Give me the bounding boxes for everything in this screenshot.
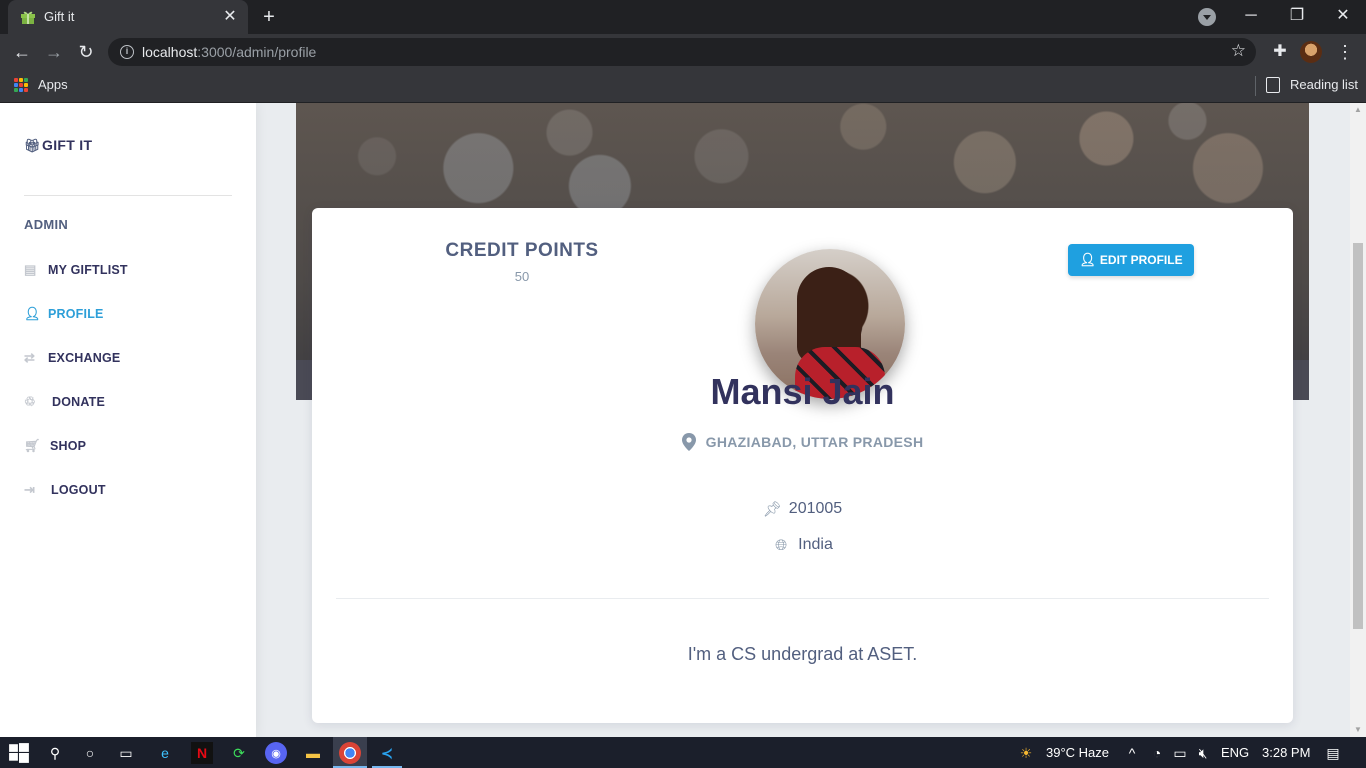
edit-profile-label: EDIT PROFILE <box>1099 253 1183 267</box>
cart-icon: 🛒︎ <box>24 438 41 453</box>
restore-icon[interactable]: ❐ <box>1282 4 1312 28</box>
page-viewport: 🎁︎GIFT IT ADMIN ▤ MY GIFTLIST 👤︎ PROFILE… <box>0 103 1366 737</box>
page-scrollbar[interactable]: ▲ ▼ <box>1350 103 1366 737</box>
cortana-icon[interactable]: ○ <box>79 742 101 764</box>
country-row: 🌐︎ India <box>312 536 1293 554</box>
sidebar-item-label: EXCHANGE <box>48 351 121 365</box>
notifications-icon[interactable]: ▤ <box>1322 742 1344 764</box>
credit-points-value: 50 <box>514 269 530 284</box>
apps-grid-icon[interactable] <box>14 78 28 92</box>
sidebar-item-logout[interactable]: ⇥ LOGOUT <box>24 480 106 500</box>
clipboard-icon: ▤ <box>24 262 37 277</box>
scroll-down-icon[interactable]: ▼ <box>1353 725 1363 735</box>
chrome-icon[interactable] <box>339 742 361 764</box>
discord-icon[interactable]: ◉ <box>265 742 287 764</box>
sidebar-divider <box>24 195 232 196</box>
window-close-icon[interactable]: ✕ <box>1328 4 1358 28</box>
wifi-icon[interactable]: ◔ <box>1146 742 1168 764</box>
extensions-icon[interactable]: ✚ <box>1270 41 1290 61</box>
netflix-icon[interactable]: N <box>191 742 213 764</box>
donate-icon: ♲ <box>24 394 36 409</box>
globe-icon: 🌐︎ <box>775 536 788 554</box>
user-edit-icon: 👤︎ <box>1079 252 1096 267</box>
language-indicator[interactable]: ENG <box>1221 745 1249 760</box>
scrollbar-thumb[interactable] <box>1353 243 1363 629</box>
apps-bookmark[interactable]: Apps <box>38 77 68 92</box>
profile-location: GHAZIABAD, UTTAR PRADESH <box>312 433 1293 451</box>
volume-muted-icon[interactable]: 🔇︎ <box>1192 742 1214 764</box>
country-text: India <box>798 536 833 553</box>
sidebar-item-label: PROFILE <box>48 307 104 321</box>
profile-name: Mansi Jain <box>710 371 895 412</box>
back-icon[interactable]: ← <box>10 40 34 64</box>
sidebar-item-label: MY GIFTLIST <box>48 263 128 277</box>
credit-points-title: CREDIT POINTS <box>445 240 599 261</box>
weather-haze-icon[interactable]: ☀ <box>1015 742 1037 764</box>
bookmarks-bar: Apps Reading list <box>0 70 1366 103</box>
search-icon[interactable]: ⚲ <box>44 742 66 764</box>
edit-profile-button[interactable]: 👤︎ EDIT PROFILE <box>1068 244 1194 276</box>
user-icon: 👤︎ <box>24 306 41 321</box>
thumbtack-icon: 📌︎ <box>762 501 782 518</box>
profile-card: CREDIT POINTS 50 👤︎ EDIT PROFILE Mansi J… <box>312 208 1293 723</box>
site-info-icon[interactable]: i <box>120 45 134 59</box>
bookmarks-divider <box>1255 76 1256 96</box>
tab-close-icon[interactable]: ✕ <box>220 7 240 27</box>
sidebar-item-donate[interactable]: ♲ DONATE <box>24 392 105 412</box>
browser-tab-bar: Gift it ✕ + ─ ❐ ✕ <box>0 0 1366 34</box>
pincode-row: 📌︎ 201005 <box>312 500 1293 518</box>
file-explorer-icon[interactable]: ▬ <box>302 742 324 764</box>
tab-title: Gift it <box>44 9 75 24</box>
sidebar-item-my-giftlist[interactable]: ▤ MY GIFTLIST <box>24 260 128 280</box>
clock-time[interactable]: 3:28 PM <box>1262 745 1310 760</box>
sidebar-item-label: SHOP <box>50 439 87 453</box>
reading-list-button[interactable]: Reading list <box>1290 77 1358 92</box>
scroll-up-icon[interactable]: ▲ <box>1353 105 1363 115</box>
browser-tab[interactable]: Gift it ✕ <box>8 0 248 34</box>
windows-taskbar: ⚲ ○ ▭ e N ⟳ ◉ ▬ ≺ ☀ 39°C Haze ^ ◔ ▭ 🔇︎ E… <box>0 737 1366 768</box>
logout-icon: ⇥ <box>24 482 36 497</box>
minimize-icon[interactable]: ─ <box>1236 4 1266 28</box>
map-pin-icon <box>681 433 696 451</box>
weather-text[interactable]: 39°C Haze <box>1046 745 1109 760</box>
new-tab-icon[interactable]: + <box>258 6 280 28</box>
profile-bio: I'm a CS undergrad at ASET. <box>687 644 918 664</box>
address-bar[interactable]: i localhost:3000/admin/profile ☆ <box>108 38 1256 66</box>
sidebar-heading: ADMIN <box>24 217 69 232</box>
card-divider <box>336 598 1269 599</box>
browser-menu-icon[interactable]: ⋮ <box>1336 40 1354 64</box>
sidebar-item-exchange[interactable]: ⇄ EXCHANGE <box>24 348 120 368</box>
profile-avatar-icon[interactable] <box>1300 41 1322 63</box>
reload-icon[interactable]: ↻ <box>74 40 98 64</box>
sidebar: 🎁︎GIFT IT ADMIN ▤ MY GIFTLIST 👤︎ PROFILE… <box>0 103 256 737</box>
bookmark-star-icon[interactable]: ☆ <box>1231 41 1246 61</box>
brand-logo[interactable]: 🎁︎GIFT IT <box>24 137 92 154</box>
tab-search-icon[interactable] <box>1198 8 1216 26</box>
gift-favicon-icon <box>21 11 35 24</box>
show-hidden-icons-icon[interactable]: ^ <box>1121 742 1143 764</box>
sidebar-item-label: DONATE <box>52 395 106 409</box>
sidebar-item-profile[interactable]: 👤︎ PROFILE <box>24 304 104 324</box>
vscode-icon[interactable]: ≺ <box>376 742 398 764</box>
pincode-text: 201005 <box>788 500 843 517</box>
url-text: localhost:3000/admin/profile <box>142 44 317 60</box>
reading-list-icon[interactable] <box>1266 77 1280 93</box>
battery-icon[interactable]: ▭ <box>1169 742 1191 764</box>
exchange-icon: ⇄ <box>24 350 36 365</box>
gift-icon: 🎁︎ <box>24 138 41 153</box>
main-content: CREDIT POINTS 50 👤︎ EDIT PROFILE Mansi J… <box>296 103 1309 737</box>
sidebar-item-shop[interactable]: 🛒︎ SHOP <box>24 436 86 456</box>
location-text: GHAZIABAD, UTTAR PRADESH <box>705 434 924 450</box>
sidebar-item-label: LOGOUT <box>51 483 106 497</box>
edge-icon[interactable]: e <box>154 742 176 764</box>
task-view-icon[interactable]: ▭ <box>115 742 137 764</box>
browser-toolbar: ← → ↻ i localhost:3000/admin/profile ☆ ✚… <box>0 34 1366 70</box>
brand-name: GIFT IT <box>42 137 93 153</box>
refresh-app-icon[interactable]: ⟳ <box>228 742 250 764</box>
forward-icon[interactable]: → <box>42 40 66 64</box>
windows-start-icon[interactable] <box>8 742 30 764</box>
